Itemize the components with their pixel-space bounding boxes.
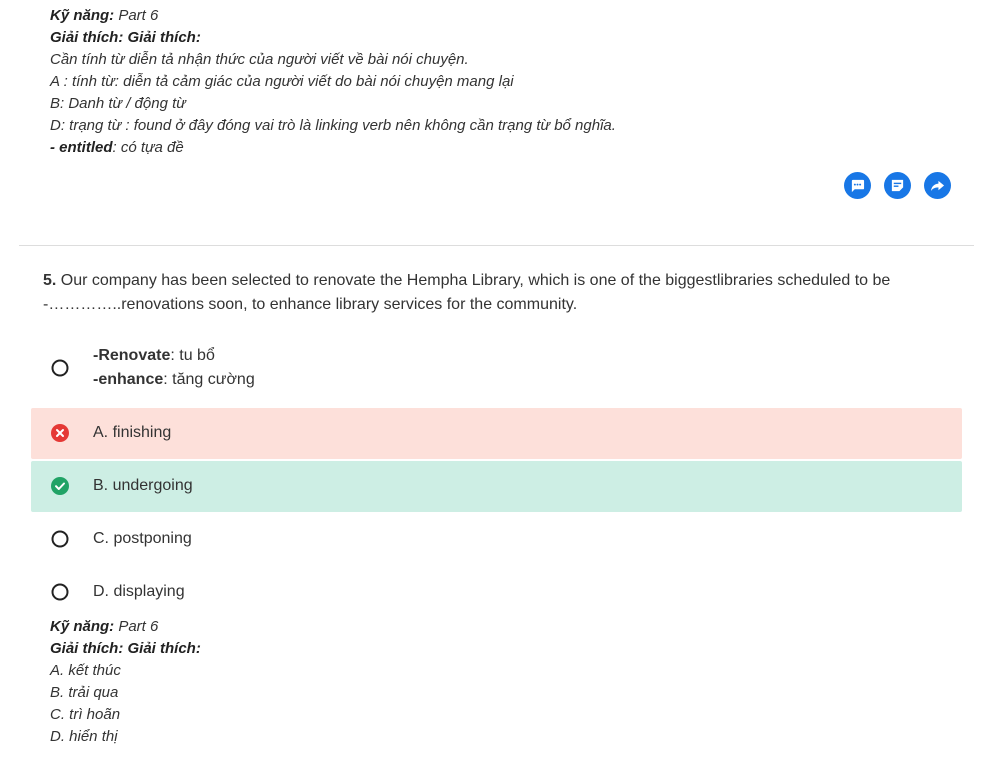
skill-label: Kỹ năng:: [50, 618, 115, 635]
share-icon: [930, 180, 945, 192]
option-b[interactable]: B. undergoing: [31, 461, 962, 512]
question-body: Our company has been selected to renovat…: [43, 272, 891, 313]
option-c[interactable]: C. postponing: [31, 514, 962, 565]
skill-value: Part 6: [114, 618, 159, 635]
radio-empty-icon[interactable]: [51, 530, 69, 548]
check-icon: [51, 477, 69, 495]
action-buttons: [844, 172, 951, 199]
option-a[interactable]: A. finishing: [31, 408, 962, 459]
comment-icon: [851, 179, 865, 193]
share-button[interactable]: [924, 172, 951, 199]
option-label: B. undergoing: [93, 477, 193, 494]
explanation-top: Kỹ năng: Part 6 Giải thích: Giải thích: …: [50, 5, 616, 159]
explanation-line: B. trải qua: [50, 684, 119, 701]
option-label: D. displaying: [93, 583, 185, 600]
explanation-line: A. kết thúc: [50, 662, 121, 679]
wrong-icon: [51, 424, 69, 442]
option-d[interactable]: D. displaying: [31, 567, 962, 618]
skill-value: Part 6: [114, 7, 159, 24]
explanation-heading: Giải thích: Giải thích:: [50, 29, 201, 46]
comment-button[interactable]: [844, 172, 871, 199]
option-hint[interactable]: -Renovate: tu bổ -enhance: tăng cường: [31, 343, 962, 393]
option-label: A. finishing: [93, 424, 172, 441]
explanation-line: D. hiển thị: [50, 728, 118, 745]
question-text: 5. Our company has been selected to reno…: [43, 269, 948, 317]
vocab-def: : có tựa đề: [112, 139, 184, 156]
note-button[interactable]: [884, 172, 911, 199]
explanation-bottom: Kỹ năng: Part 6 Giải thích: Giải thích: …: [50, 616, 201, 748]
radio-empty-icon[interactable]: [51, 583, 69, 601]
skill-line: Kỹ năng: Part 6: [50, 616, 201, 638]
radio-empty-icon[interactable]: [51, 359, 69, 377]
skill-line: Kỹ năng: Part 6: [50, 5, 616, 27]
explanation-line: B: Danh từ / động từ: [50, 95, 186, 112]
note-icon: [891, 179, 904, 192]
explanation-line: C. trì hoãn: [50, 706, 121, 723]
explanation-line: Cần tính từ diễn tả nhận thức của người …: [50, 51, 469, 68]
skill-label: Kỹ năng:: [50, 7, 115, 24]
section-divider: [19, 245, 974, 246]
vocab-line: - entitled: có tựa đề: [50, 137, 616, 159]
option-label: -Renovate: tu bổ -enhance: tăng cường: [93, 347, 255, 388]
explanation-line: D: trạng từ : found ở đây đóng vai trò l…: [50, 117, 616, 134]
explanation-line: A : tính từ: diễn tả cảm giác của người …: [50, 73, 514, 90]
vocab-term: - entitled: [50, 139, 113, 156]
option-label: C. postponing: [93, 530, 192, 547]
explanation-heading: Giải thích: Giải thích:: [50, 640, 201, 657]
question-number: 5.: [43, 272, 57, 289]
